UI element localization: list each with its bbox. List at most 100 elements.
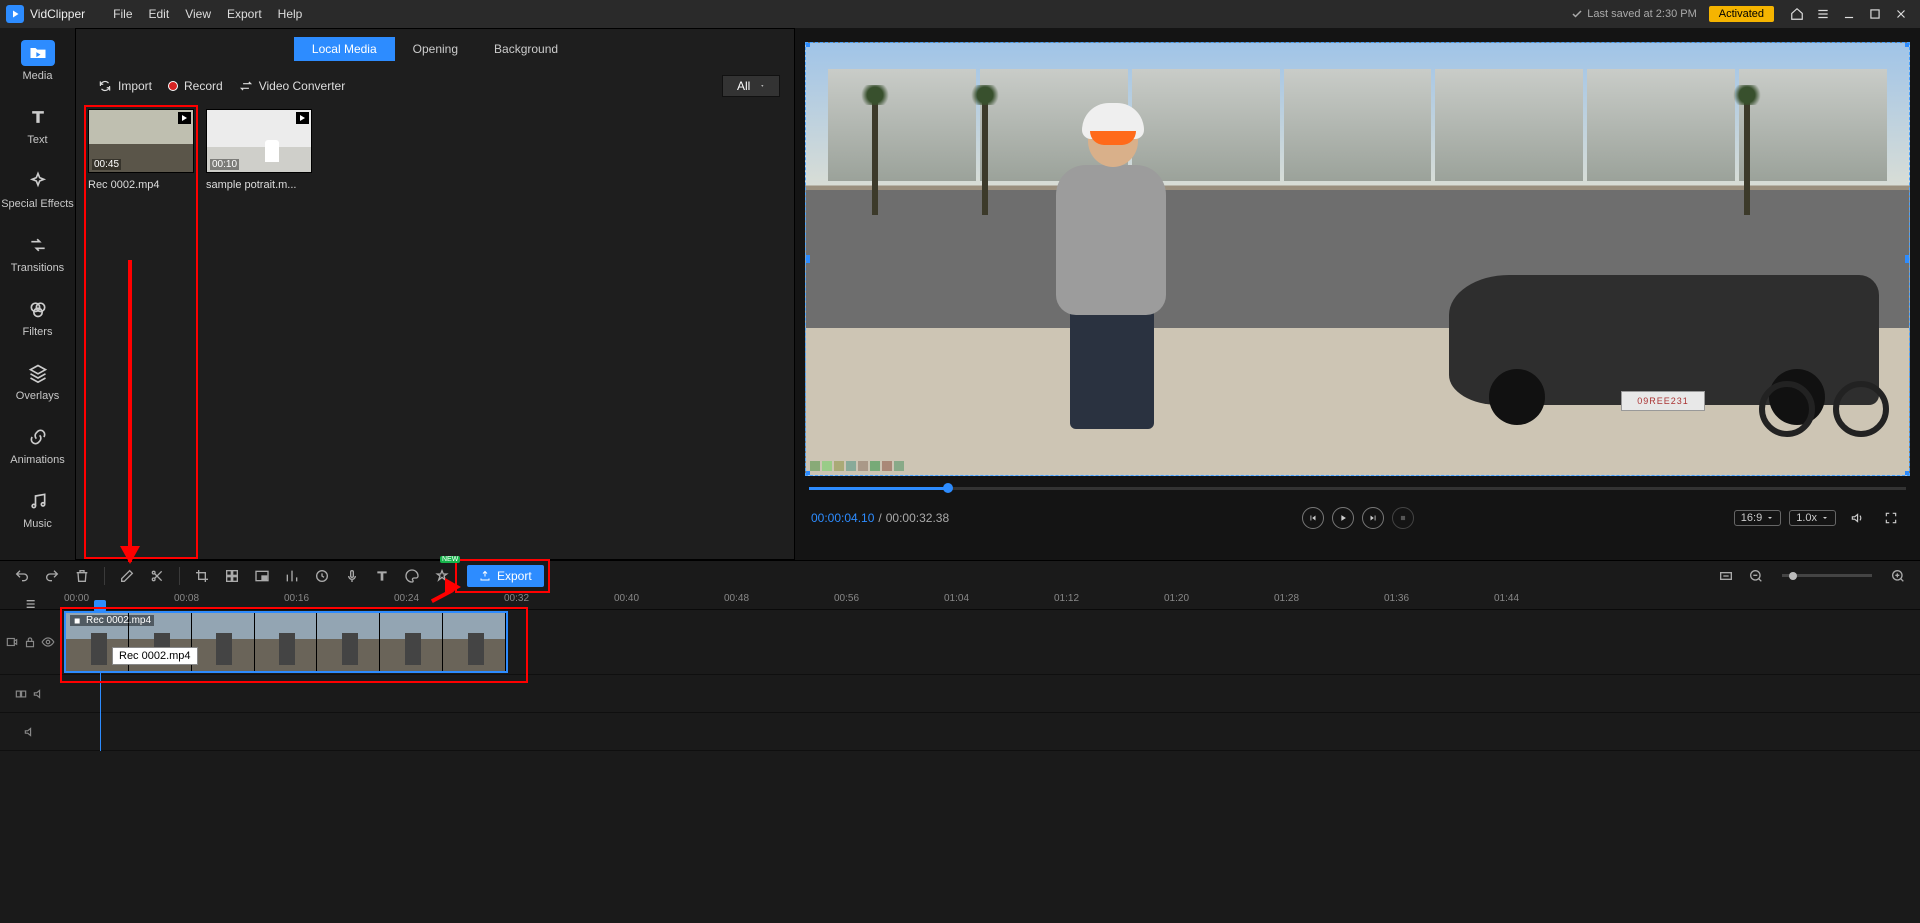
- resize-handle[interactable]: [805, 42, 810, 47]
- hamburger-icon[interactable]: [1810, 3, 1836, 25]
- prev-frame-button[interactable]: [1302, 507, 1324, 529]
- resize-handle[interactable]: [1905, 42, 1910, 47]
- edit-button[interactable]: [115, 564, 139, 588]
- duration-button[interactable]: [310, 564, 334, 588]
- aspect-ratio-dropdown[interactable]: 16:9: [1734, 510, 1781, 526]
- volume-icon[interactable]: [1844, 507, 1870, 529]
- save-status-text: Last saved at 2:30 PM: [1587, 8, 1696, 20]
- sidebar-item-filters[interactable]: Filters: [0, 284, 75, 348]
- home-icon[interactable]: [1784, 3, 1810, 25]
- text-icon: [21, 104, 55, 130]
- split-button[interactable]: [145, 564, 169, 588]
- record-button[interactable]: Record: [160, 75, 231, 97]
- audio-track-2[interactable]: [0, 713, 1920, 751]
- media-clip-2[interactable]: 00:10 sample potrait.m...: [206, 109, 312, 555]
- import-button[interactable]: Import: [90, 75, 160, 97]
- color-button[interactable]: [400, 564, 424, 588]
- maximize-icon[interactable]: [1862, 3, 1888, 25]
- music-icon: [21, 488, 55, 514]
- sidebar-label-effects: Special Effects: [1, 198, 74, 210]
- preview-viewport[interactable]: 09REE231: [805, 42, 1910, 476]
- sidebar-item-music[interactable]: Music: [0, 476, 75, 540]
- mute-icon[interactable]: [32, 687, 46, 701]
- eye-icon[interactable]: [41, 635, 55, 649]
- audio-track-1[interactable]: [0, 675, 1920, 713]
- sidebar-item-overlays[interactable]: Overlays: [0, 348, 75, 412]
- play-badge-icon: [178, 112, 191, 124]
- next-frame-button[interactable]: [1362, 507, 1384, 529]
- ruler-mark: 00:32: [504, 593, 529, 604]
- zoom-slider[interactable]: [1782, 574, 1872, 577]
- sidebar-item-media[interactable]: Media: [0, 28, 75, 92]
- record-label: Record: [184, 79, 223, 93]
- mosaic-button[interactable]: [220, 564, 244, 588]
- sidebar-item-animations[interactable]: Animations: [0, 412, 75, 476]
- clip-duration: 00:45: [92, 159, 121, 170]
- menu-help[interactable]: Help: [270, 3, 311, 25]
- video-track-icon: [5, 635, 19, 649]
- license-plate: 09REE231: [1621, 391, 1705, 411]
- close-icon[interactable]: [1888, 3, 1914, 25]
- activated-button[interactable]: Activated: [1709, 6, 1774, 22]
- clip-name: Rec 0002.mp4: [88, 179, 194, 191]
- resize-handle[interactable]: [1905, 255, 1910, 263]
- menu-edit[interactable]: Edit: [141, 3, 178, 25]
- media-clip-1[interactable]: 00:45 Rec 0002.mp4: [88, 109, 194, 555]
- lock-icon[interactable]: [23, 635, 37, 649]
- layers-icon: [21, 360, 55, 386]
- text-tool-button[interactable]: [370, 564, 394, 588]
- media-action-row: Import Record Video Converter All: [76, 69, 794, 105]
- delete-button[interactable]: [70, 564, 94, 588]
- undo-button[interactable]: [10, 564, 34, 588]
- menu-file[interactable]: File: [105, 3, 140, 25]
- sidebar-item-transitions[interactable]: Transitions: [0, 220, 75, 284]
- sidebar-item-effects[interactable]: Special Effects: [0, 156, 75, 220]
- stop-button[interactable]: [1392, 507, 1414, 529]
- sidebar-item-text[interactable]: Text: [0, 92, 75, 156]
- video-track[interactable]: Rec 0002.mp4 Rec 0002.mp4: [0, 610, 1920, 675]
- voiceover-button[interactable]: [340, 564, 364, 588]
- menu-view[interactable]: View: [177, 3, 219, 25]
- ruler-mark: 00:08: [174, 593, 199, 604]
- timeline-ruler[interactable]: 00:0000:0800:1600:2400:3200:4000:4800:56…: [0, 590, 1920, 610]
- redo-button[interactable]: [40, 564, 64, 588]
- favorite-button[interactable]: NEW: [430, 564, 454, 588]
- mute-icon[interactable]: [23, 725, 37, 739]
- tab-background[interactable]: Background: [476, 37, 576, 61]
- timeline-clip-label: Rec 0002.mp4: [70, 615, 154, 626]
- crop-button[interactable]: [190, 564, 214, 588]
- preview-scrubber[interactable]: [805, 476, 1910, 500]
- tab-opening[interactable]: Opening: [395, 37, 476, 61]
- fullscreen-icon[interactable]: [1878, 507, 1904, 529]
- pip-button[interactable]: [250, 564, 274, 588]
- play-button[interactable]: [1332, 507, 1354, 529]
- scrub-knob[interactable]: [943, 483, 953, 493]
- video-converter-button[interactable]: Video Converter: [231, 75, 354, 97]
- zoom-slider-knob[interactable]: [1789, 572, 1797, 580]
- timeline-clip[interactable]: Rec 0002.mp4 Rec 0002.mp4: [64, 611, 508, 673]
- sparkle-icon: [21, 168, 55, 194]
- track-split-icon: [14, 687, 28, 701]
- sidebar: Media Text Special Effects Transitions F…: [0, 28, 75, 560]
- minimize-icon[interactable]: [1836, 3, 1862, 25]
- media-folder-icon: [21, 40, 55, 66]
- import-label: Import: [118, 79, 152, 93]
- stats-button[interactable]: [280, 564, 304, 588]
- export-button[interactable]: Export: [467, 565, 544, 587]
- app-name: VidClipper: [30, 7, 85, 21]
- audio-track-head: [0, 713, 60, 750]
- resize-handle[interactable]: [805, 255, 810, 263]
- zoom-in-button[interactable]: [1886, 564, 1910, 588]
- speed-dropdown[interactable]: 1.0x: [1789, 510, 1836, 526]
- menu-export[interactable]: Export: [219, 3, 270, 25]
- preview-panel: 09REE231 00:00:04.10 / 00:00:32.38: [795, 28, 1920, 560]
- zoom-out-button[interactable]: [1744, 564, 1768, 588]
- export-label: Export: [497, 569, 532, 583]
- sidebar-label-filters: Filters: [23, 326, 53, 338]
- link-icon: [21, 424, 55, 450]
- media-filter-dropdown[interactable]: All: [722, 75, 780, 97]
- fit-width-button[interactable]: [1714, 564, 1738, 588]
- preview-overlay-boxes: [810, 461, 904, 471]
- video-track-head: [0, 610, 60, 674]
- tab-local-media[interactable]: Local Media: [294, 37, 395, 61]
